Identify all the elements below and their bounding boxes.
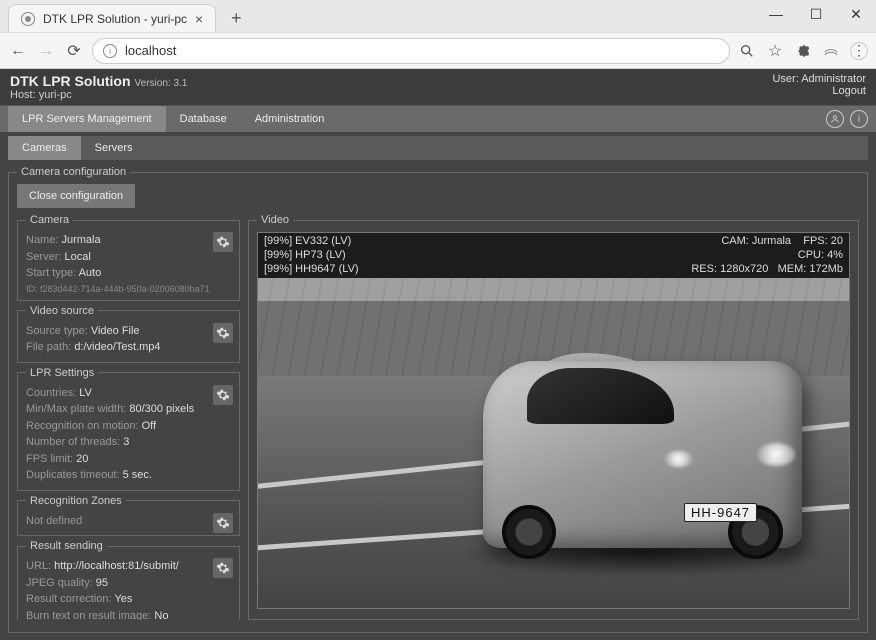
address-bar: ← → ⟳ i localhost ☆ ⋮ xyxy=(0,32,876,68)
browser-menu-icon[interactable]: ⋮ xyxy=(850,42,868,60)
video-overlay-bar: [99%] EV332 (LV) [99%] HP73 (LV) [99%] H… xyxy=(258,233,849,278)
bookmark-icon[interactable]: ☆ xyxy=(766,42,784,60)
maximize-button[interactable]: ☐ xyxy=(796,0,836,28)
main-tabs: LPR Servers Management Database Administ… xyxy=(0,106,876,132)
browser-tab-bar: DTK LPR Solution - yuri-pc × + — ☐ ✕ xyxy=(0,0,876,32)
panel-recognition-zones: Recognition Zones Not defined xyxy=(17,495,240,537)
vehicle: HH-9647 xyxy=(483,361,802,549)
tab-favicon xyxy=(21,12,35,26)
gear-icon[interactable] xyxy=(213,323,233,343)
gear-icon[interactable] xyxy=(213,232,233,252)
user-icon[interactable] xyxy=(826,110,844,128)
app-title: DTK LPR SolutionVersion: 3.1 xyxy=(10,73,187,89)
close-tab-icon[interactable]: × xyxy=(195,11,203,27)
close-window-button[interactable]: ✕ xyxy=(836,0,876,28)
subtab-servers[interactable]: Servers xyxy=(81,136,147,160)
site-info-icon[interactable]: i xyxy=(103,44,117,58)
host-label: Host: yuri-pc xyxy=(10,89,187,101)
extensions-icon[interactable] xyxy=(794,42,812,60)
gear-icon[interactable] xyxy=(213,558,233,578)
url-input[interactable]: i localhost xyxy=(92,38,730,64)
tab-database[interactable]: Database xyxy=(166,106,241,132)
camera-id: ID: f283d442-714a-444b-950a-02006080ba71 xyxy=(26,284,231,294)
overlay-stats: CAM: Jurmala FPS: 20 CPU: 4% RES: 1280x7… xyxy=(691,235,843,276)
new-tab-button[interactable]: + xyxy=(226,8,246,29)
gear-icon[interactable] xyxy=(213,385,233,405)
tab-title: DTK LPR Solution - yuri-pc xyxy=(43,12,187,26)
panel-video-source: Video source Source type: Video File Fil… xyxy=(17,305,240,363)
user-label: User: Administrator xyxy=(772,73,866,85)
video-frame: HH-9647 [99%] EV332 (LV) [99%] HP73 (LV)… xyxy=(257,232,850,609)
panel-result-sending: Result sending URL: http://localhost:81/… xyxy=(17,540,240,620)
tab-administration[interactable]: Administration xyxy=(241,106,339,132)
subtab-cameras[interactable]: Cameras xyxy=(8,136,81,160)
close-configuration-button[interactable]: Close configuration xyxy=(17,184,135,208)
overlay-recognitions: [99%] EV332 (LV) [99%] HP73 (LV) [99%] H… xyxy=(264,235,359,276)
logout-link[interactable]: Logout xyxy=(832,85,866,97)
gear-icon[interactable] xyxy=(213,513,233,533)
minimize-button[interactable]: — xyxy=(756,0,796,28)
zoom-icon[interactable] xyxy=(738,42,756,60)
info-icon[interactable]: i xyxy=(850,110,868,128)
url-text: localhost xyxy=(125,43,176,58)
camera-config-legend: Camera configuration xyxy=(17,166,130,178)
back-button[interactable]: ← xyxy=(8,41,28,61)
forward-button[interactable]: → xyxy=(36,41,56,61)
license-plate: HH-9647 xyxy=(684,503,757,522)
panel-lpr-settings: LPR Settings Countries: LV Min/Max plate… xyxy=(17,367,240,491)
video-panel: Video xyxy=(248,214,859,620)
reload-button[interactable]: ⟳ xyxy=(64,41,84,61)
browser-tab[interactable]: DTK LPR Solution - yuri-pc × xyxy=(8,4,216,32)
sub-tabs: Cameras Servers xyxy=(8,136,868,160)
camera-configuration: Camera configuration Close configuration… xyxy=(8,166,868,633)
panel-camera: Camera Name: Jurmala Server: Local Start… xyxy=(17,214,240,301)
app-header: DTK LPR SolutionVersion: 3.1 Host: yuri-… xyxy=(0,69,876,106)
profile-icon[interactable] xyxy=(822,42,840,60)
tab-lpr-servers[interactable]: LPR Servers Management xyxy=(8,106,166,132)
